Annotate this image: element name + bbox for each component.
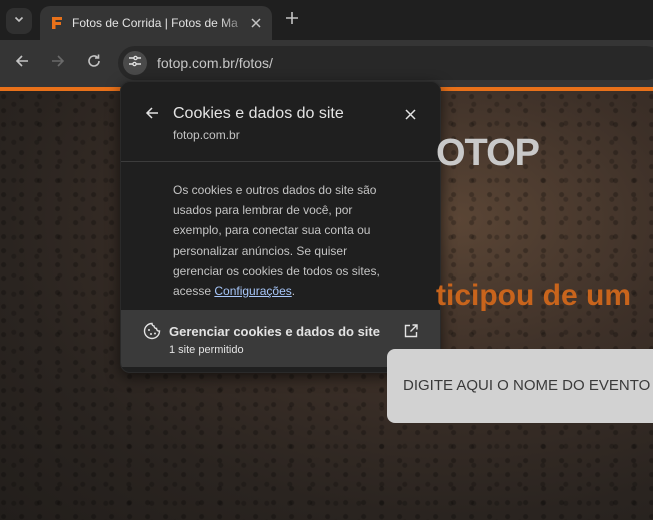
fotop-f-icon — [50, 15, 64, 31]
cookies-site-data-popup: Cookies e dados do site fotop.com.br Os … — [120, 81, 441, 373]
forward-button[interactable] — [47, 52, 69, 74]
reload-icon — [86, 53, 102, 74]
tab-title: Fotos de Corrida | Fotos de Ma — [72, 16, 238, 30]
cookie-icon — [143, 322, 161, 340]
reload-button[interactable] — [83, 52, 105, 74]
site-info-button[interactable] — [123, 51, 147, 75]
plus-icon — [285, 11, 299, 30]
hero-headline: ticipou de um — [436, 279, 631, 312]
popup-back-button[interactable] — [143, 106, 161, 124]
tab-search-button[interactable] — [6, 8, 32, 34]
arrow-left-icon — [145, 106, 159, 125]
event-search-box[interactable] — [387, 349, 653, 423]
description-text: Os cookies e outros dados do site são us… — [173, 183, 380, 299]
description-end: . — [291, 284, 296, 299]
arrow-right-icon — [50, 53, 66, 74]
popup-close-button[interactable] — [402, 108, 418, 124]
manage-cookies-subtitle: 1 site permitido — [169, 344, 244, 356]
event-search-input[interactable] — [403, 377, 653, 394]
back-button[interactable] — [11, 52, 33, 74]
tune-icon — [128, 54, 142, 73]
close-tab-icon[interactable] — [248, 15, 264, 31]
open-external-icon — [403, 323, 419, 339]
new-tab-button[interactable] — [282, 10, 302, 30]
divider — [121, 161, 440, 162]
chevron-down-icon — [13, 12, 25, 30]
manage-cookies-title: Gerenciar cookies e dados do site — [169, 324, 380, 339]
browser-toolbar: fotop.com.br/fotos/ — [0, 40, 653, 87]
popup-title: Cookies e dados do site — [173, 105, 344, 122]
fotop-logo: OTOP — [436, 133, 541, 173]
arrow-left-icon — [14, 53, 30, 74]
url-text: fotop.com.br/fotos/ — [157, 55, 273, 71]
active-tab[interactable]: Fotos de Corrida | Fotos de Ma — [40, 6, 272, 40]
address-bar[interactable]: fotop.com.br/fotos/ — [118, 46, 653, 80]
logo-text: OTOP — [436, 133, 540, 173]
tab-strip: Fotos de Corrida | Fotos de Ma — [0, 0, 653, 40]
close-icon — [404, 107, 416, 125]
popup-domain: fotop.com.br — [173, 128, 240, 142]
cookies-description: Os cookies e outros dados do site são us… — [173, 180, 393, 301]
settings-link[interactable]: Configurações — [214, 284, 291, 298]
